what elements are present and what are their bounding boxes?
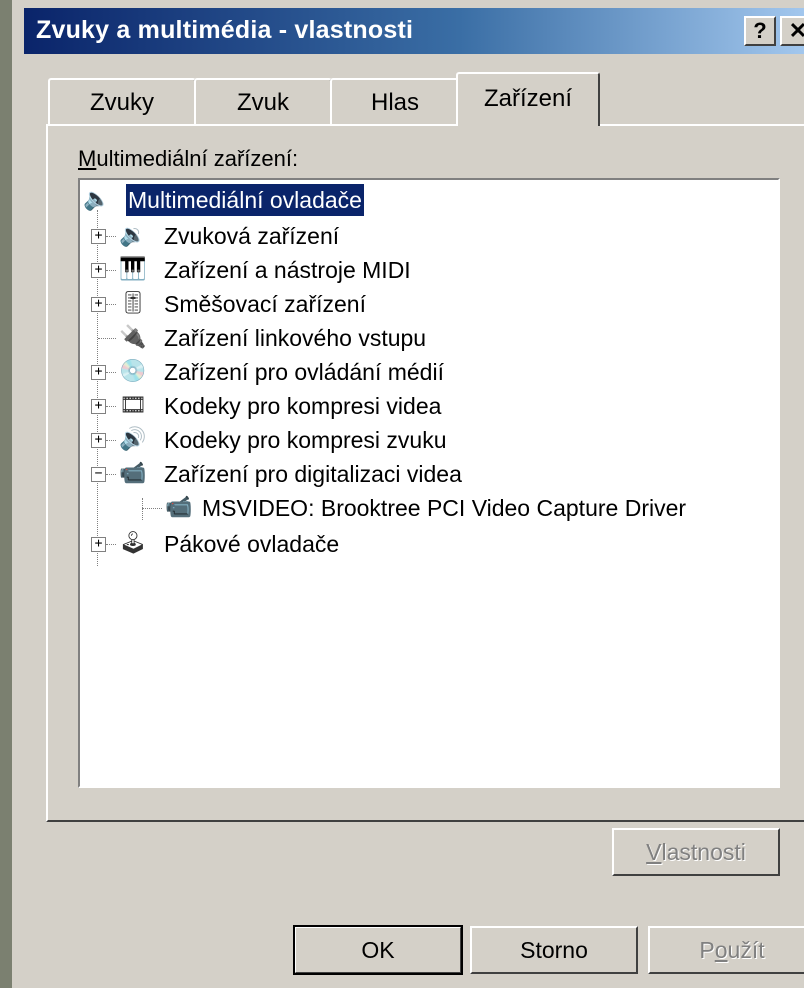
expand-icon[interactable]: + [91,229,106,244]
expand-icon[interactable]: + [91,297,106,312]
joystick-icon: 🕹 [119,530,147,555]
tree-connector [106,304,116,305]
tree-item[interactable]: + 🔉 Zvuková zařízení [80,220,770,252]
close-button[interactable]: ✕ [780,16,804,46]
help-button[interactable]: ? [744,16,776,46]
tab-zvuk[interactable]: Zvuk [194,78,332,124]
tree-connector [106,406,116,407]
audio-codec-icon: 🔊 [119,426,147,451]
expand-icon[interactable]: + [91,399,106,414]
speaker-icon: 🔉 [119,222,147,247]
properties-dialog: Zvuky a multimédia - vlastnosti ? ✕ Zvuk… [0,0,804,988]
midi-icon: 🎹 [119,256,147,281]
expand-icon[interactable]: + [91,263,106,278]
tab-zvuky[interactable]: Zvuky [48,78,196,124]
tree-item[interactable]: + 💿 Zařízení pro ovládání médií [80,356,770,388]
tree-item[interactable]: + 🔊 Kodeky pro kompresi zvuku [80,424,770,456]
speaker-icon: 🔈 [83,186,111,211]
line-input-icon: 🔌 [119,324,147,349]
video-codec-icon: 🎞 [119,392,147,417]
expand-icon[interactable]: + [91,537,106,552]
tree-connector [142,508,162,509]
media-control-icon: 💿 [119,358,147,383]
tab-hlas[interactable]: Hlas [330,78,460,124]
tree-item[interactable]: + 🕹 Pákové ovladače [80,528,770,560]
expand-icon[interactable]: + [91,433,106,448]
tree-item[interactable]: 🔌 Zařízení linkového vstupu [80,322,770,354]
tree-connector [106,236,116,237]
video-capture-icon: 📹 [119,460,147,485]
apply-button[interactable]: Použít [648,926,804,974]
tree-connector [98,338,116,339]
cancel-button[interactable]: Storno [470,926,638,974]
tree-connector [106,440,116,441]
tab-zarizeni[interactable]: Zařízení [456,72,600,126]
expand-icon[interactable]: + [91,365,106,380]
ok-button[interactable]: OK [293,925,463,975]
tree-connector [106,372,116,373]
collapse-icon[interactable]: − [91,467,106,482]
properties-button[interactable]: Vlastnosti [612,828,780,876]
mixer-icon: 🎚 [119,290,147,315]
tree-connector [106,474,116,475]
tree-item[interactable]: + 🎹 Zařízení a nástroje MIDI [80,254,770,286]
tree-connector [106,544,116,545]
device-tree[interactable]: 🔈 Multimediální ovladače + 🔉 Zvuková zař… [78,178,780,788]
tree-child-item[interactable]: 📹 MSVIDEO: Brooktree PCI Video Capture D… [80,492,770,524]
tree-item[interactable]: − 📹 Zařízení pro digitalizaci videa [80,458,770,490]
multimedia-devices-label: Multimediální zařízení: [78,146,299,171]
tree-connector [106,270,116,271]
title-bar[interactable]: Zvuky a multimédia - vlastnosti ? ✕ [24,8,804,54]
tree-item[interactable]: + 🎚 Směšovací zařízení [80,288,770,320]
video-capture-icon: 📹 [165,494,193,519]
tree-item[interactable]: + 🎞 Kodeky pro kompresi videa [80,390,770,422]
window-title: Zvuky a multimédia - vlastnosti [36,16,414,44]
tree-root-node[interactable]: 🔈 Multimediální ovladače [80,183,770,217]
